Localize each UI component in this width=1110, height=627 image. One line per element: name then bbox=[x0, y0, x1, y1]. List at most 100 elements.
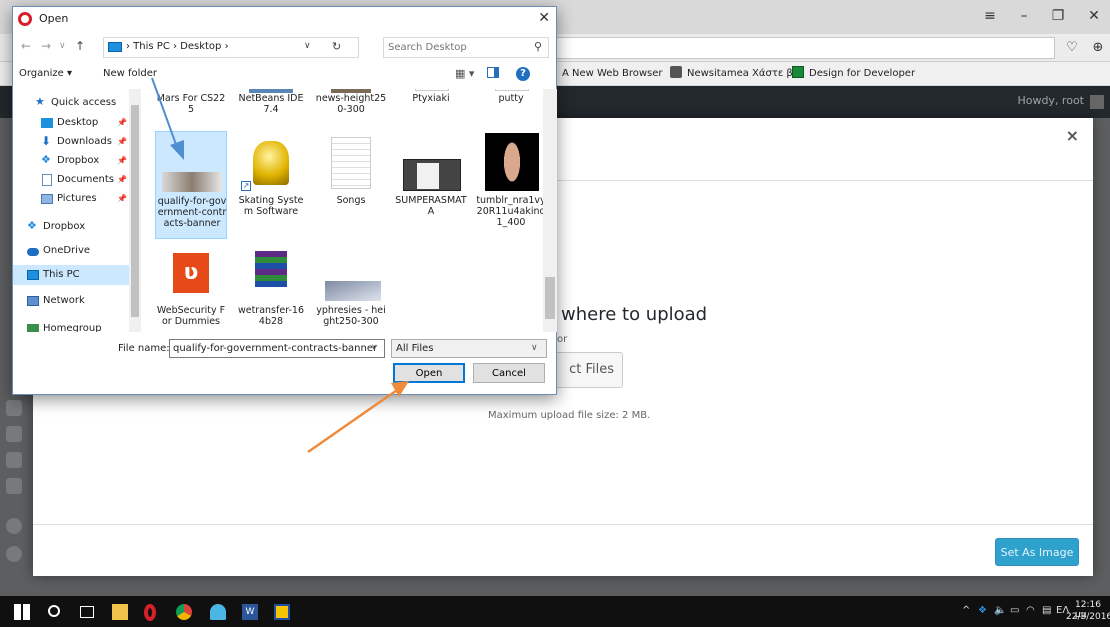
download-icon[interactable]: ⊕ bbox=[1086, 38, 1110, 58]
volume-icon[interactable]: 🔈 bbox=[994, 605, 1006, 616]
nav-label: Dropbox bbox=[57, 155, 100, 166]
file-item[interactable]: Mars For CS225 bbox=[155, 89, 227, 127]
battery-icon[interactable]: ▭ bbox=[1010, 605, 1019, 616]
nav-label: Dropbox bbox=[43, 221, 86, 232]
new-folder-button[interactable]: New folder bbox=[103, 68, 157, 79]
file-item[interactable]: ʋ WebSecurity For Dummies bbox=[155, 241, 227, 332]
file-item[interactable]: putty bbox=[475, 89, 543, 127]
maximize-icon[interactable]: ❐ bbox=[1046, 6, 1070, 26]
file-name-input[interactable]: qualify-for-government-contracts-banner bbox=[169, 339, 385, 358]
modal-close-icon[interactable]: × bbox=[1066, 126, 1079, 145]
breadcrumb[interactable]: › This PC › Desktop › bbox=[126, 41, 229, 52]
menu-icon[interactable]: ≡ bbox=[978, 6, 1002, 26]
chevron-down-icon[interactable]: ∨ bbox=[531, 343, 538, 353]
up-arrow-icon[interactable]: ↑ bbox=[75, 39, 85, 53]
nav-scroll-thumb[interactable] bbox=[131, 105, 139, 317]
pc-icon bbox=[108, 42, 122, 52]
archive-icon bbox=[255, 251, 287, 287]
file-item[interactable]: wetransfer-164b28 bbox=[235, 241, 307, 332]
file-item[interactable]: tumblr_nra1vy20R11u4akino1_400 bbox=[475, 131, 543, 239]
address-field[interactable] bbox=[520, 37, 1055, 59]
file-item[interactable]: news-height250-300 bbox=[315, 89, 387, 127]
nav-network[interactable]: Network bbox=[13, 291, 141, 311]
file-scroll-thumb[interactable] bbox=[545, 277, 555, 319]
search-icon[interactable] bbox=[48, 605, 60, 617]
heart-icon[interactable]: ♡ bbox=[1060, 38, 1084, 58]
tray-chevron-icon[interactable]: ^ bbox=[962, 605, 970, 616]
search-icon[interactable]: ⚲ bbox=[534, 40, 542, 53]
help-icon[interactable]: ? bbox=[516, 67, 530, 81]
select-files-button[interactable]: ct Files bbox=[553, 352, 623, 388]
file-item[interactable]: SUMPERASMATA bbox=[395, 131, 467, 239]
search-box[interactable]: ⚲ bbox=[383, 37, 549, 58]
forward-arrow-icon[interactable]: → bbox=[41, 39, 51, 53]
dropbox-icon[interactable]: ❖ bbox=[978, 605, 987, 616]
notifications-icon[interactable]: ▤ bbox=[1042, 605, 1051, 616]
avatar[interactable] bbox=[1090, 95, 1104, 109]
nav-dropbox-root[interactable]: ❖ Dropbox bbox=[13, 217, 141, 237]
back-arrow-icon[interactable]: ← bbox=[21, 39, 31, 53]
bookmark-item[interactable]: A New Web Browser bbox=[562, 66, 663, 82]
file-item[interactable]: Songs bbox=[315, 131, 387, 239]
file-item[interactable]: ↗ Skating System Software bbox=[235, 131, 307, 239]
banner-thumb bbox=[162, 172, 222, 192]
file-name: yphresies - height250-300 bbox=[316, 305, 386, 327]
bookmark-item[interactable]: Newsitamea Χάστε β bbox=[670, 66, 793, 82]
chevron-down-icon[interactable]: ∨ bbox=[371, 343, 378, 353]
open-button[interactable]: Open bbox=[393, 363, 465, 383]
nav-onedrive[interactable]: OneDrive bbox=[13, 241, 141, 261]
nav-pictures[interactable]: Pictures 📌 bbox=[13, 189, 141, 209]
pin-icon[interactable]: 📌 bbox=[117, 132, 127, 152]
nav-this-pc[interactable]: This PC bbox=[13, 265, 141, 285]
windows-start-icon[interactable] bbox=[14, 604, 30, 620]
howdy-text[interactable]: Howdy, root bbox=[1017, 94, 1084, 107]
design-icon bbox=[792, 66, 804, 78]
sidebar-icon bbox=[6, 400, 22, 416]
search-input[interactable] bbox=[388, 40, 518, 55]
file-item[interactable]: yphresies - height250-300 bbox=[315, 241, 387, 332]
dialog-toolbar: Organize ▾ New folder ▦ ▾ ? bbox=[13, 63, 556, 87]
pin-icon[interactable]: 📌 bbox=[117, 170, 127, 190]
app-icon[interactable] bbox=[210, 604, 226, 620]
pin-icon[interactable]: 📌 bbox=[117, 189, 127, 209]
recent-chevron-icon[interactable]: ∨ bbox=[59, 41, 66, 51]
clock-date[interactable]: 22/3/2016 bbox=[1066, 612, 1110, 622]
file-item[interactable]: Ptyxiaki bbox=[395, 89, 467, 127]
nav-dropbox[interactable]: ❖ Dropbox 📌 bbox=[13, 151, 141, 171]
nav-documents[interactable]: Documents 📌 bbox=[13, 170, 141, 190]
change-view-icon[interactable]: ▦ ▾ bbox=[455, 67, 474, 80]
bookmark-label: Design for Developer bbox=[809, 68, 916, 79]
chevron-down-icon[interactable]: ∨ bbox=[304, 41, 311, 51]
nav-label: Pictures bbox=[57, 193, 97, 204]
file-item[interactable]: NetBeans IDE 7.4 bbox=[235, 89, 307, 127]
file-type-select[interactable]: All Files bbox=[391, 339, 547, 358]
organize-button[interactable]: Organize ▾ bbox=[19, 68, 72, 79]
pin-icon[interactable]: 📌 bbox=[117, 113, 127, 133]
pin-icon[interactable]: 📌 bbox=[117, 151, 127, 171]
desktop-icon bbox=[41, 118, 53, 128]
close-icon[interactable]: ✕ bbox=[1082, 6, 1106, 26]
network-icon bbox=[27, 296, 39, 306]
refresh-icon[interactable]: ↻ bbox=[332, 40, 341, 53]
chrome-icon[interactable] bbox=[176, 604, 192, 620]
set-as-image-button[interactable]: Set As Image bbox=[995, 538, 1079, 566]
sidebar-icon bbox=[6, 546, 22, 562]
word-icon[interactable]: W bbox=[242, 604, 258, 620]
file-item-selected[interactable]: qualify-for-government-contracts-banner bbox=[155, 131, 227, 239]
minimize-icon[interactable]: – bbox=[1012, 6, 1036, 26]
bookmark-item[interactable]: Design for Developer bbox=[792, 66, 915, 82]
task-view-icon[interactable] bbox=[80, 606, 94, 618]
nav-quick-access[interactable]: ★ Quick access bbox=[13, 93, 141, 113]
preview-pane-icon[interactable] bbox=[487, 67, 499, 78]
wifi-icon[interactable]: ◠ bbox=[1026, 605, 1035, 616]
nav-downloads[interactable]: ⬇ Downloads 📌 bbox=[13, 132, 141, 152]
nav-homegroup[interactable]: Homegroup bbox=[13, 319, 141, 332]
opera-icon[interactable] bbox=[144, 604, 156, 621]
file-explorer-icon[interactable] bbox=[112, 604, 128, 620]
cancel-button[interactable]: Cancel bbox=[473, 363, 545, 383]
dialog-close-icon[interactable]: ✕ bbox=[538, 10, 550, 26]
path-breadcrumb[interactable]: › This PC › Desktop › ∨ ↻ bbox=[103, 37, 359, 58]
app-icon[interactable] bbox=[274, 604, 290, 620]
nav-label: Network bbox=[43, 295, 85, 306]
nav-desktop[interactable]: Desktop 📌 bbox=[13, 113, 141, 133]
